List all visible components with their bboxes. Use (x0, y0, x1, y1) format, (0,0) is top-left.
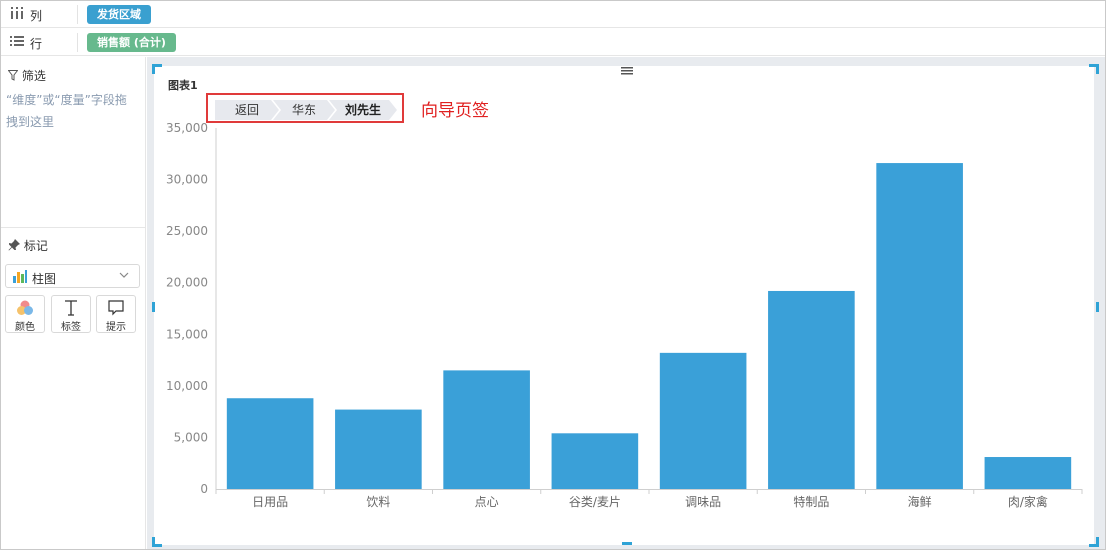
label-button[interactable]: 标签 (51, 295, 91, 333)
panel-divider (1, 227, 146, 228)
columns-field-pill[interactable]: 发货区域 (87, 5, 151, 24)
breadcrumb-back[interactable]: 返回 (215, 100, 279, 120)
filter-title-label: 筛选 (21, 69, 46, 83)
text-t-icon (65, 300, 77, 316)
drag-handle-icon[interactable] (621, 67, 633, 75)
breadcrumb-item-current[interactable]: 刘先生 (329, 100, 397, 120)
filter-drop-zone[interactable]: “维度”或“度量”字段拖拽到这里 (6, 89, 136, 133)
chart-card[interactable] (154, 66, 1094, 545)
columns-label: 列 (30, 9, 43, 23)
filter-icon (7, 70, 19, 81)
chart-title: 图表1 (168, 79, 198, 92)
shelf-divider (77, 33, 78, 52)
color-palette-icon (17, 300, 33, 315)
pin-icon (8, 239, 20, 251)
resize-handle-bottom[interactable] (622, 542, 632, 545)
tooltip-button[interactable]: 提示 (96, 295, 136, 333)
resize-handle-top-left[interactable] (152, 64, 162, 74)
rows-icon (10, 35, 24, 50)
chevron-down-icon (119, 272, 129, 278)
shelf-divider (77, 5, 78, 24)
tooltip-button-label: 提示 (106, 322, 126, 333)
rows-label: 行 (30, 37, 43, 51)
resize-handle-left[interactable] (152, 302, 155, 312)
breadcrumb-item-east-china[interactable]: 华东 (273, 100, 335, 120)
color-button[interactable]: 颜色 (5, 295, 45, 333)
resize-handle-top-right[interactable] (1089, 64, 1099, 74)
color-button-label: 颜色 (15, 322, 35, 333)
rows-shelf[interactable]: 行 销售额 (合计) (1, 29, 1105, 56)
resize-handle-bottom-left[interactable] (152, 537, 162, 547)
drill-breadcrumb: 返回 华东 刘先生 (206, 93, 404, 123)
columns-shelf[interactable]: 列 发货区域 (1, 1, 1105, 28)
chart-type-value: 柱图 (32, 272, 57, 286)
filter-section-title: 筛选 (7, 67, 46, 84)
chart-type-select[interactable]: 柱图 (5, 264, 140, 288)
marks-title-label: 标记 (23, 239, 48, 253)
tooltip-bubble-icon (108, 300, 124, 316)
resize-handle-right[interactable] (1096, 302, 1099, 312)
columns-icon (10, 7, 24, 22)
rows-field-pill[interactable]: 销售额 (合计) (87, 33, 176, 52)
resize-handle-bottom-right[interactable] (1089, 537, 1099, 547)
left-panel: 筛选 “维度”或“度量”字段拖拽到这里 标记 柱图 颜色 标签 提示 (1, 57, 146, 549)
marks-section-title: 标记 (8, 237, 48, 254)
label-button-label: 标签 (61, 322, 81, 333)
breadcrumb-annotation: 向导页签 (421, 101, 489, 121)
bar-chart-icon (13, 270, 27, 283)
